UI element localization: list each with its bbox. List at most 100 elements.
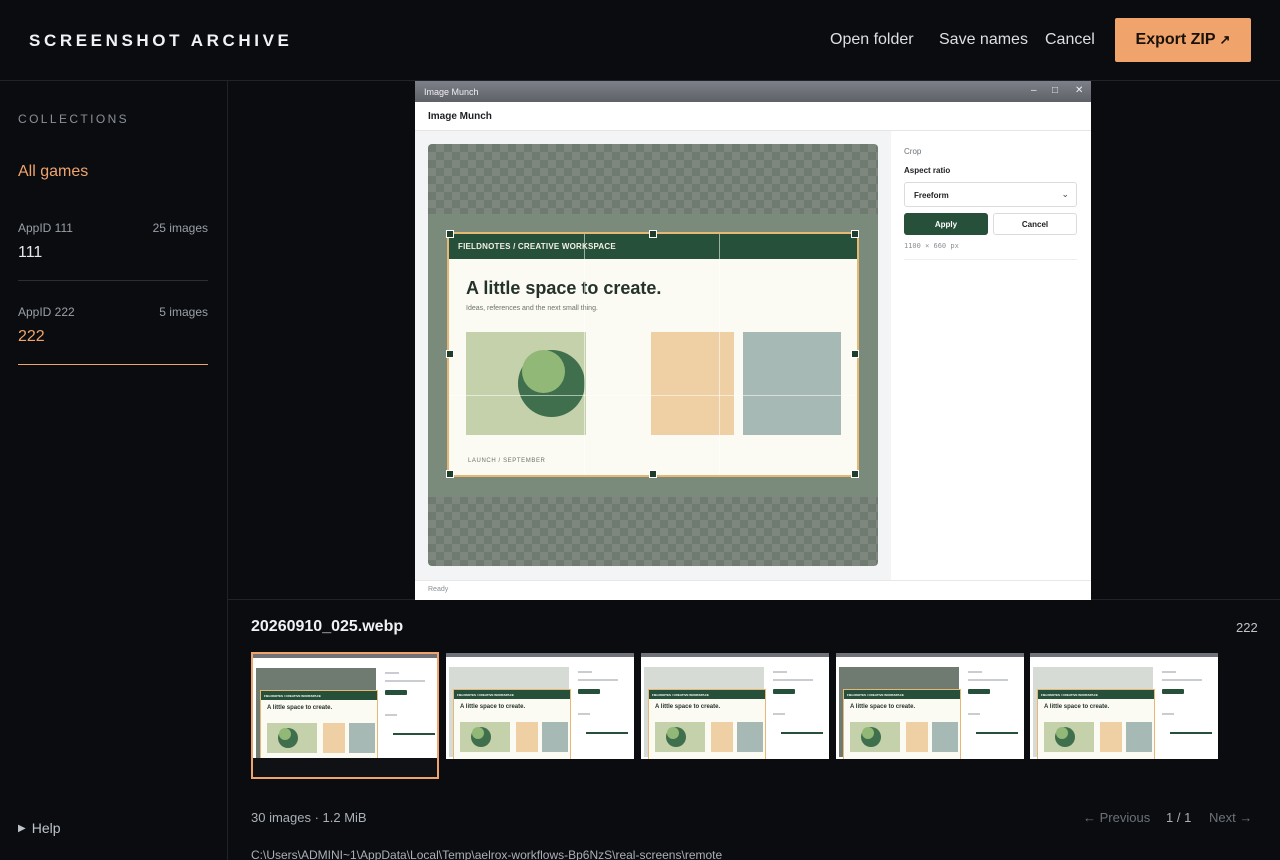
apply-button: Apply (904, 213, 988, 235)
app-toolbar: Image Munch (415, 102, 1091, 131)
crop-canvas: FIELDNOTES / CREATIVE WORKSPACE A little… (428, 144, 878, 566)
thumb-panel-line (1162, 713, 1174, 715)
crop-handle-left (446, 350, 454, 358)
thumb-banner-text: FIELDNOTES / CREATIVE WORKSPACE (1041, 693, 1098, 697)
app-header: SCREENSHOT ARCHIVE Open folder Save name… (0, 0, 1280, 81)
crop-handle-top-right (851, 230, 859, 238)
window-titlebar: Image Munch – □ ✕ (415, 81, 1091, 102)
thumbnail-image: FIELDNOTES / CREATIVE WORKSPACE A little … (641, 653, 829, 759)
thumb-headline: A little space to create. (1044, 704, 1110, 710)
thumb-titlebar (641, 653, 829, 657)
image-headline: A little space to create. (466, 278, 662, 298)
next-page-button[interactable]: Next → (1209, 810, 1252, 825)
thumb-panel-slider (976, 732, 1018, 734)
collection-id-badge: 222 (1236, 620, 1258, 635)
thumb-panel-line (968, 713, 980, 715)
open-folder-button[interactable]: Open folder (830, 31, 914, 49)
thumb-frame: FIELDNOTES / CREATIVE WORKSPACE A little … (1037, 689, 1155, 759)
thumb-banner-text: FIELDNOTES / CREATIVE WORKSPACE (652, 693, 709, 697)
screenshot-preview: Image Munch – □ ✕ Image Munch FIELDNOTES… (228, 81, 1280, 600)
thumb-panel-button (385, 690, 407, 695)
disclosure-triangle-icon: ▶ (18, 822, 26, 834)
thumb-headline: A little space to create. (460, 704, 526, 710)
thumbnail-5[interactable]: FIELDNOTES / CREATIVE WORKSPACE A little … (1030, 653, 1218, 759)
thumb-circle-small (279, 728, 291, 740)
thumb-panel-line (385, 714, 397, 716)
thumb-headline: A little space to create. (655, 704, 721, 710)
maximize-icon: □ (1052, 85, 1059, 96)
appid-label: AppID 111 (18, 221, 73, 235)
thumb-frame: FIELDNOTES / CREATIVE WORKSPACE A little … (648, 689, 766, 759)
thumbnail-image: FIELDNOTES / CREATIVE WORKSPACE A little … (1030, 653, 1218, 759)
thumb-panel-slider (393, 733, 435, 735)
crop-handle-bottom-right (851, 470, 859, 478)
image-subline: Ideas, references and the next small thi… (466, 305, 598, 312)
thumb-panel-line (385, 672, 399, 674)
export-zip-button[interactable]: Export ZIP ↗ (1115, 18, 1251, 62)
crop-handle-bottom-left (446, 470, 454, 478)
save-names-button[interactable]: Save names (939, 31, 1028, 49)
thumb-banner-text: FIELDNOTES / CREATIVE WORKSPACE (457, 693, 514, 697)
thumb-canvas: FIELDNOTES / CREATIVE WORKSPACE A little … (1033, 667, 1155, 759)
thumb-panel-button (1162, 689, 1184, 694)
thumb-circle-small (862, 727, 874, 739)
thumb-canvas: FIELDNOTES / CREATIVE WORKSPACE A little … (839, 667, 961, 759)
thumb-panel-line (968, 679, 1008, 681)
status-text: Ready (428, 586, 449, 593)
thumbnail-image: FIELDNOTES / CREATIVE WORKSPACE A little … (253, 654, 437, 758)
thumb-panel-line (578, 679, 618, 681)
thumb-frame: FIELDNOTES / CREATIVE WORKSPACE A little … (453, 689, 571, 759)
thumb-canvas: FIELDNOTES / CREATIVE WORKSPACE A little … (256, 668, 378, 758)
thumb-tile (932, 722, 958, 752)
archive-stats: 30 images · 1.2 MiB (251, 810, 367, 825)
collection-name: 111 (18, 244, 43, 261)
thumb-canvas: FIELDNOTES / CREATIVE WORKSPACE A little … (644, 667, 766, 759)
image-banner-text: FIELDNOTES / CREATIVE WORKSPACE (458, 242, 616, 251)
thumb-panel-line (578, 713, 590, 715)
crop-panel: Crop Aspect ratio Freeform ⌄ Apply Cance… (891, 131, 1091, 580)
thumb-titlebar (836, 653, 1024, 657)
thumb-panel-button (968, 689, 990, 694)
collection-name: 222 (18, 328, 45, 345)
preview-screenshot[interactable]: Image Munch – □ ✕ Image Munch FIELDNOTES… (415, 81, 1091, 600)
thumbnail-1[interactable]: FIELDNOTES / CREATIVE WORKSPACE A little … (251, 652, 439, 779)
thumb-circle-small (1056, 727, 1068, 739)
crop-selection: FIELDNOTES / CREATIVE WORKSPACE A little… (447, 232, 859, 477)
panel-divider (904, 259, 1077, 260)
thumb-panel-line (773, 713, 785, 715)
thumb-tile (1100, 722, 1122, 752)
aspect-ratio-value: Freeform (914, 191, 949, 200)
image-dimensions: 1100 × 660 px (904, 242, 959, 250)
app-header-title: Image Munch (428, 111, 492, 122)
thumb-titlebar (253, 654, 437, 658)
thumbnail-2[interactable]: FIELDNOTES / CREATIVE WORKSPACE A little … (446, 653, 634, 759)
appid-label: AppID 222 (18, 305, 75, 319)
sidebar-item-111[interactable]: AppID 111 25 images 111 (18, 221, 208, 281)
image-footer-text: LAUNCH / SEPTEMBER (468, 458, 546, 464)
image-count: 5 images (159, 305, 208, 319)
thumbnail-4[interactable]: FIELDNOTES / CREATIVE WORKSPACE A little … (836, 653, 1024, 759)
thumb-panel-button (773, 689, 795, 694)
folder-path: C:\Users\ADMINI~1\AppData\Local\Temp\ael… (251, 848, 723, 860)
page-indicator: 1 / 1 (1166, 810, 1192, 825)
collections-sidebar: COLLECTIONS All games AppID 111 25 image… (0, 81, 228, 860)
thumb-tile (737, 722, 763, 752)
thumbnail-3[interactable]: FIELDNOTES / CREATIVE WORKSPACE A little … (641, 653, 829, 759)
current-file-name: 20260910_025.webp (251, 618, 404, 635)
aspect-ratio-select: Freeform ⌄ (904, 182, 1077, 207)
thumb-headline: A little space to create. (267, 705, 333, 711)
crop-handle-right (851, 350, 859, 358)
previous-page-button[interactable]: ← Previous (1083, 810, 1150, 825)
sidebar-item-all-games[interactable]: All games (18, 163, 88, 181)
thumb-banner-text: FIELDNOTES / CREATIVE WORKSPACE (264, 694, 321, 698)
thumb-tile (542, 722, 568, 752)
sidebar-item-222[interactable]: AppID 222 5 images 222 (18, 305, 208, 365)
chevron-down-icon: ⌄ (1061, 189, 1069, 199)
cancel-button[interactable]: Cancel (1045, 31, 1095, 49)
crop-grid-line (719, 234, 720, 475)
thumbnail-image: FIELDNOTES / CREATIVE WORKSPACE A little … (446, 653, 634, 759)
thumb-headline: A little space to create. (850, 704, 916, 710)
thumb-banner-text: FIELDNOTES / CREATIVE WORKSPACE (847, 693, 904, 697)
thumb-panel-slider (586, 732, 628, 734)
help-toggle[interactable]: ▶ Help (18, 820, 61, 836)
